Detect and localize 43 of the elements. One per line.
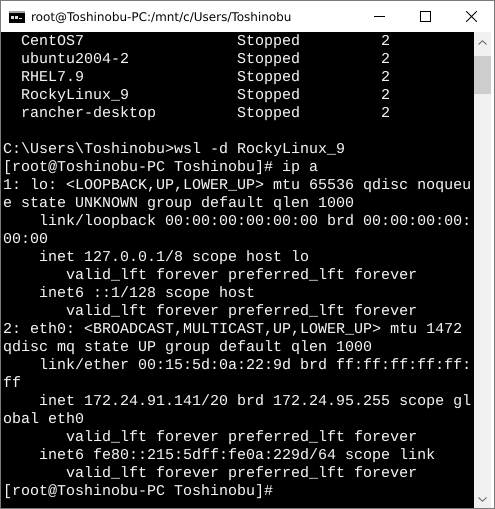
distro-state: Stopped (237, 33, 302, 51)
terminal-line: valid_lft forever preferred_lft forever (65, 267, 418, 285)
terminal-line: [root@Toshinobu-PC Toshinobu]# ip a (3, 159, 320, 177)
scrollbar[interactable] (474, 32, 491, 508)
terminal-line: 00:00 (3, 231, 50, 249)
terminal-line: link/ether 00:15:5d:0a:22:9d brd ff:ff:ff:ff:ff: (38, 357, 472, 375)
scrollbar-thumb[interactable] (474, 56, 491, 94)
terminal-line: inet 172.24.91.141/20 brd 172.24.95.255 scope gl (38, 393, 472, 411)
distro-state: Stopped (237, 51, 302, 69)
distro-name: RockyLinux_9 (21, 87, 130, 105)
distro-state: Stopped (237, 105, 302, 123)
distro-state: Stopped (237, 69, 302, 87)
terminal-line: valid_lft forever preferred_lft forever (65, 465, 418, 483)
close-icon (466, 11, 476, 22)
terminal-line: ff (3, 375, 22, 393)
terminal-line: valid_lft forever preferred_lft forever (65, 429, 418, 447)
console-icon (9, 10, 25, 22)
terminal-line: inet6 ::1/128 scope host (38, 285, 256, 303)
distro-name: rancher-desktop (21, 105, 158, 123)
window-title: root@Toshinobu-PC:/mnt/c/Users/Toshinobu (31, 10, 292, 24)
scroll-down-icon[interactable] (478, 497, 487, 502)
terminal-line: valid_lft forever preferred_lft forever (65, 303, 418, 321)
distro-name: RHEL7.9 (21, 69, 86, 87)
distro-state: Stopped (237, 87, 302, 105)
scroll-up-icon[interactable] (478, 40, 487, 45)
wsl-version: 2 (381, 105, 390, 123)
terminal-line: 1: lo: <LOOPBACK,UP,LOWER_UP> mtu 65536 qdisc noqueu (3, 177, 472, 195)
terminal-line: C:\Users\Toshinobu>wsl -d RockyLinux_9 (3, 141, 346, 159)
terminal-line: 2: eth0: <BROADCAST,MULTICAST,UP,LOWER_UP> mtu 1472 (3, 321, 464, 339)
terminal-line: inet6 fe80::215:5dff:fe0a:229d/64 scope link (38, 447, 436, 465)
terminal-line: qdisc mq state UP group default qlen 1000 (3, 339, 374, 357)
wsl-version: 2 (381, 69, 390, 87)
terminal-line: link/loopback 00:00:00:00:00:00 brd 00:00:00:00: (38, 213, 472, 231)
wsl-version: 2 (381, 51, 390, 69)
terminal-line: [root@Toshinobu-PC Toshinobu]# (3, 483, 274, 501)
distro-name: CentOS7 (21, 33, 86, 51)
maximize-icon (420, 11, 430, 22)
terminal-line: e state UNKNOWN group default qlen 1000 (3, 195, 356, 213)
terminal-line: inet 127.0.0.1/8 scope host lo (38, 249, 310, 267)
wsl-version: 2 (381, 33, 390, 51)
distro-name: ubuntu2004-2 (21, 51, 130, 69)
terminal-line: obal eth0 (3, 411, 86, 429)
wsl-version: 2 (381, 87, 390, 105)
